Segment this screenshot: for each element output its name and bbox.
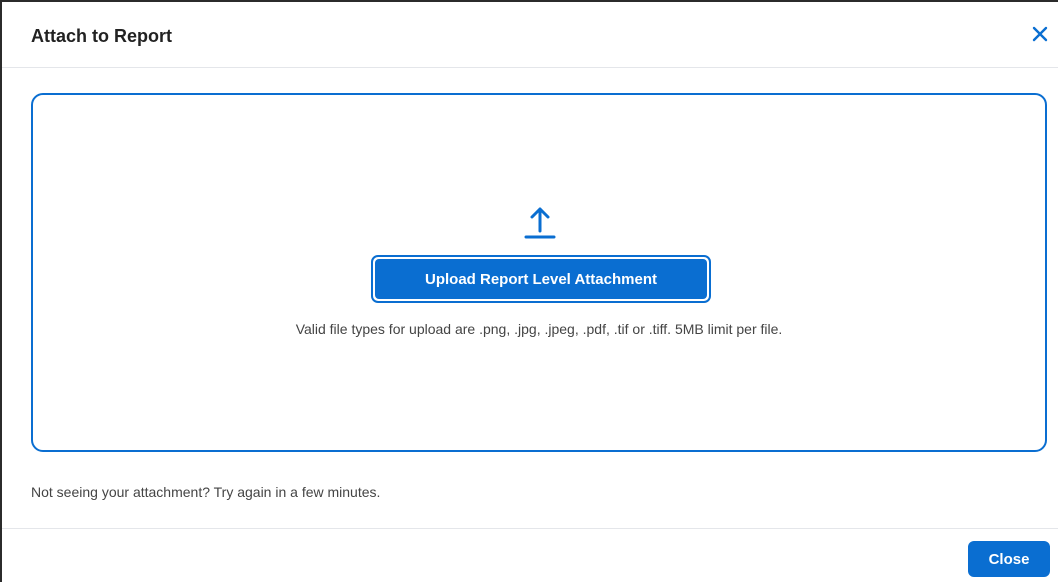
upload-arrow-icon (522, 201, 558, 241)
file-types-note: Valid file types for upload are .png, .j… (295, 321, 783, 337)
dialog-footer: Close (2, 528, 1058, 584)
close-button[interactable]: Close (968, 541, 1050, 577)
attachment-hint-text: Not seeing your attachment? Try again in… (31, 484, 381, 500)
upload-attachment-button-label: Upload Report Level Attachment (375, 259, 707, 299)
upload-attachment-button[interactable]: Upload Report Level Attachment (371, 255, 711, 303)
file-dropzone[interactable]: Upload Report Level Attachment Valid fil… (31, 93, 1047, 452)
dialog-title: Attach to Report (31, 26, 172, 46)
attach-dialog: Attach to Report Upload Report Level Att… (0, 0, 1058, 582)
close-icon[interactable] (1028, 22, 1052, 46)
dialog-header: Attach to Report (2, 2, 1058, 68)
